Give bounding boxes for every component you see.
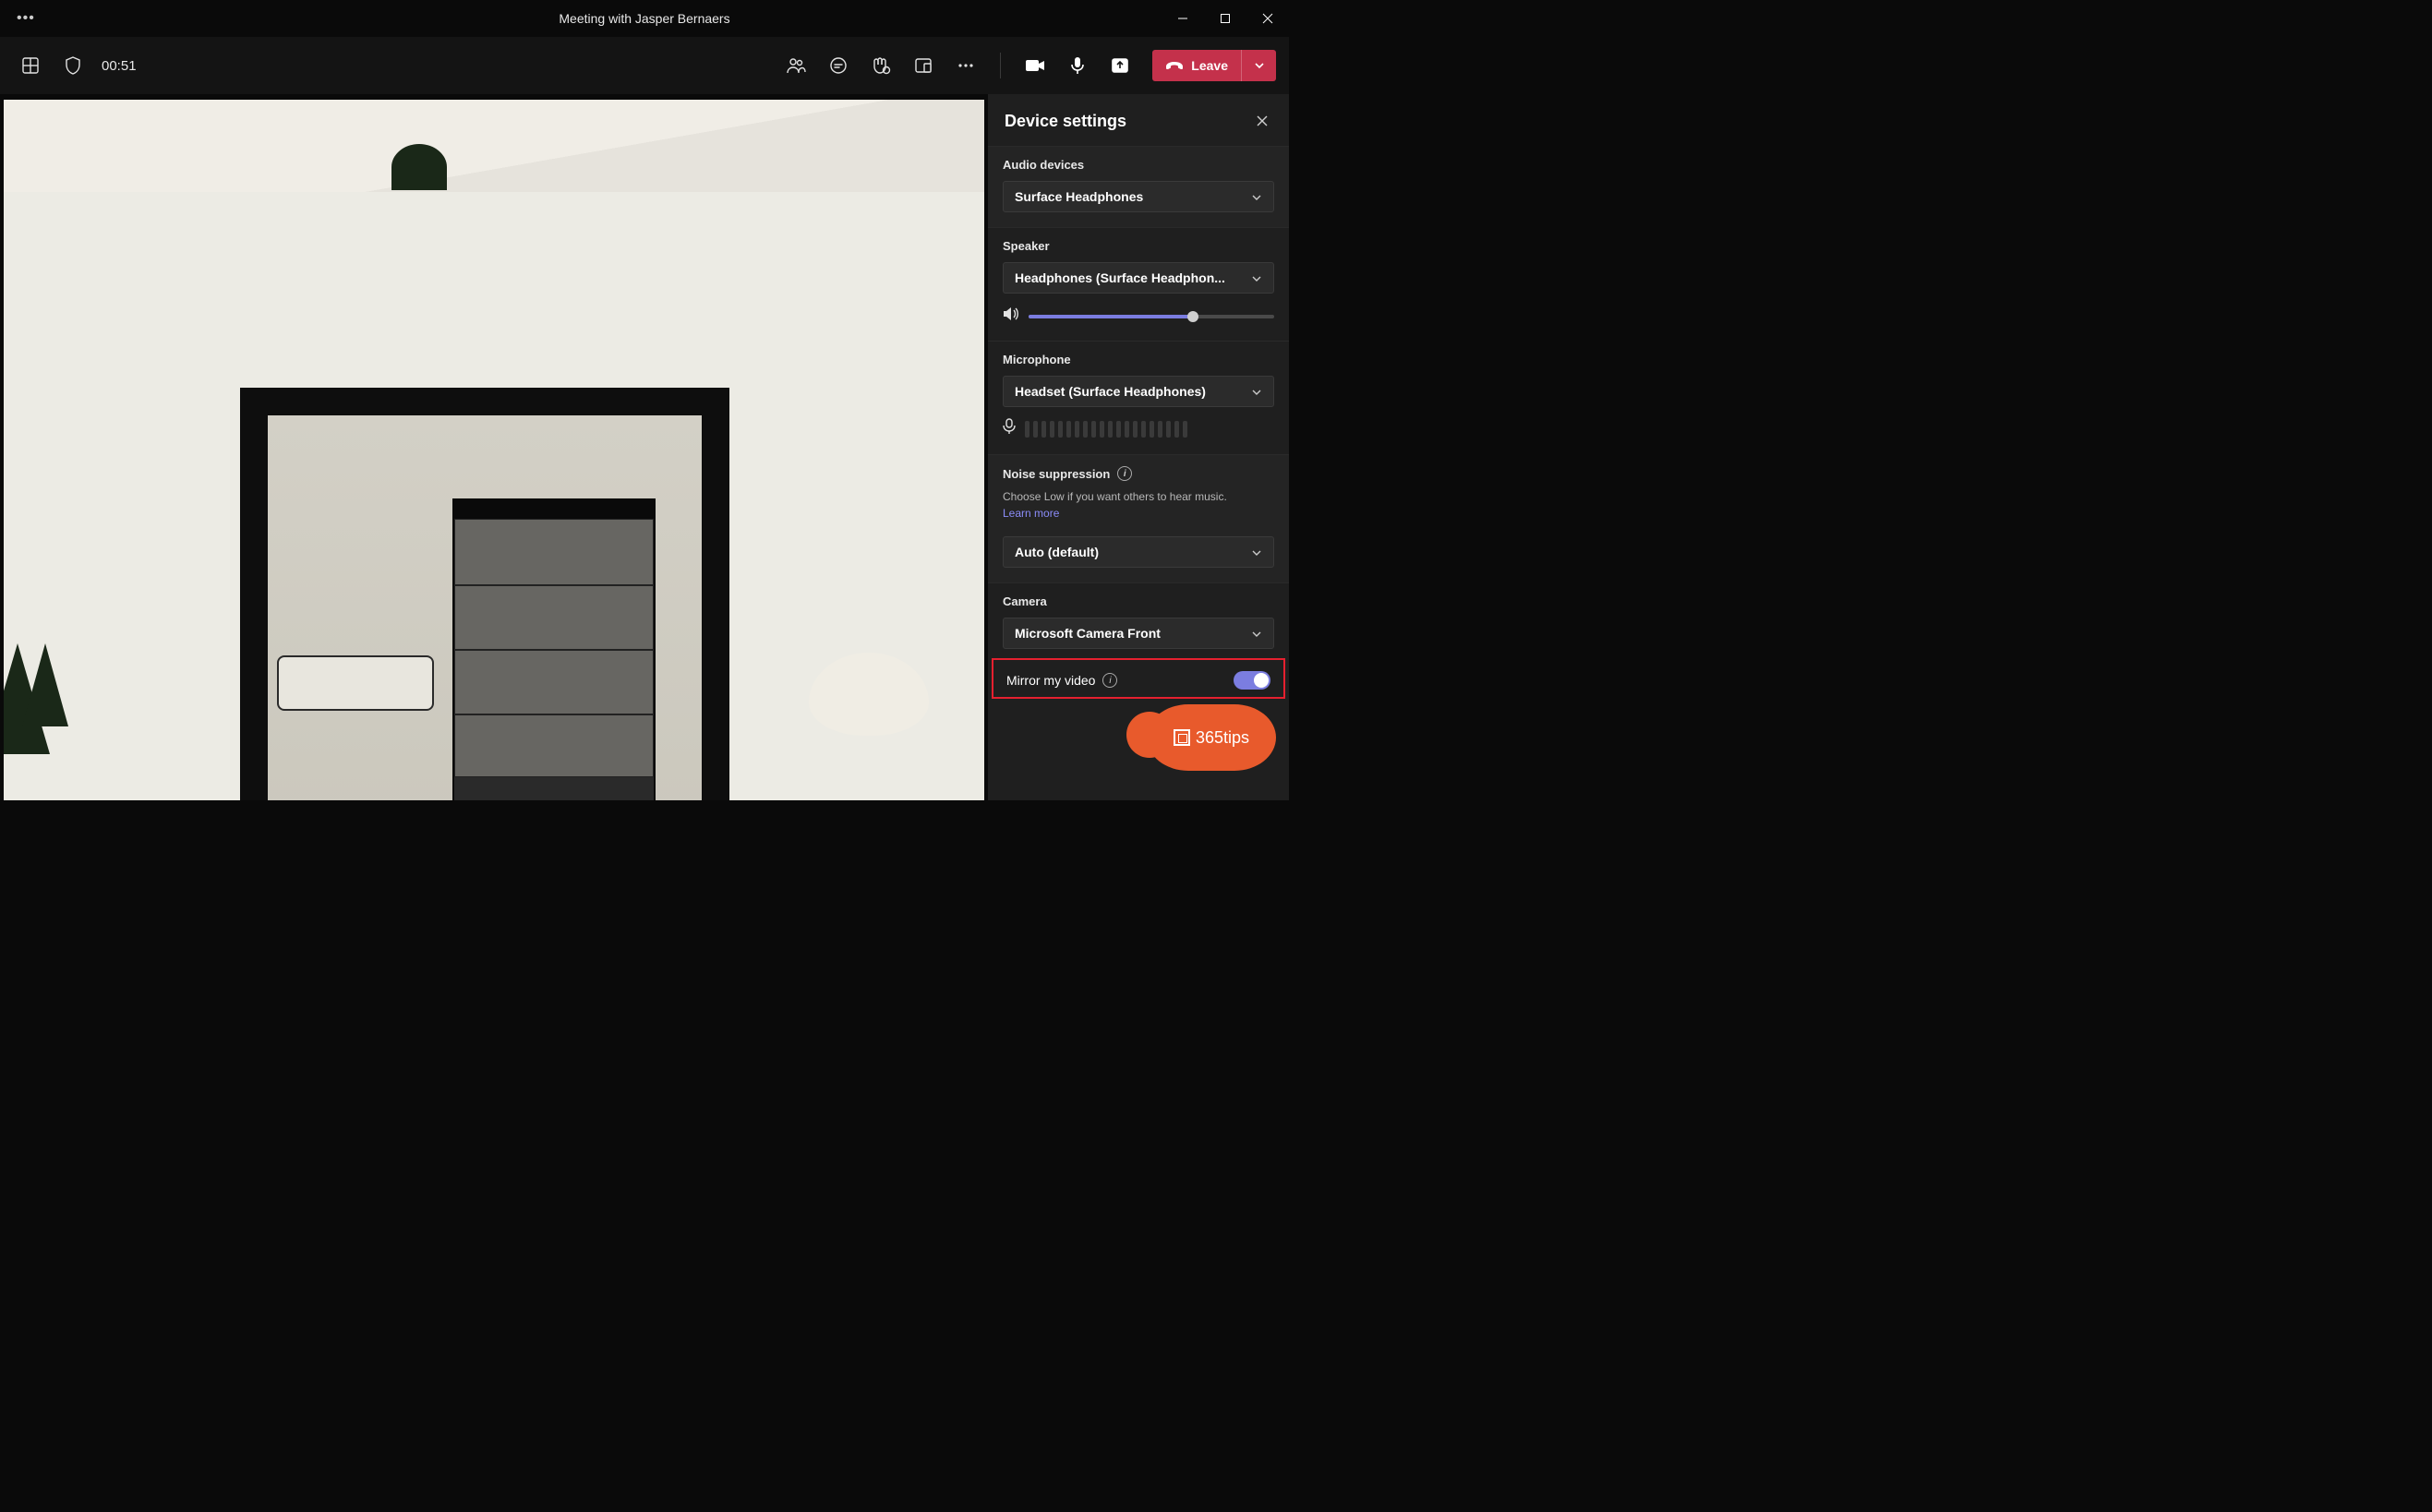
audio-devices-section: Audio devices Surface Headphones: [988, 146, 1289, 227]
panel-title: Device settings: [1005, 112, 1126, 131]
camera-toggle-button[interactable]: [1017, 48, 1053, 83]
noise-suppression-value: Auto (default): [1015, 545, 1099, 559]
noise-suppression-section: Noise suppression i Choose Low if you wa…: [988, 454, 1289, 582]
mirror-video-label: Mirror my video: [1006, 673, 1095, 688]
close-panel-button[interactable]: [1252, 111, 1272, 131]
learn-more-link[interactable]: Learn more: [1003, 507, 1059, 520]
info-icon[interactable]: i: [1102, 673, 1117, 688]
noise-suppression-dropdown[interactable]: Auto (default): [1003, 536, 1274, 568]
microphone-icon: [1003, 418, 1016, 439]
hangup-icon: [1165, 60, 1184, 71]
meeting-timer: 00:51: [102, 58, 137, 74]
microphone-section: Microphone Headset (Surface Headphones): [988, 341, 1289, 454]
microphone-level-meter: [1025, 421, 1187, 438]
minimize-button[interactable]: [1162, 0, 1204, 37]
reactions-button[interactable]: [863, 48, 898, 83]
maximize-button[interactable]: [1204, 0, 1246, 37]
separator: [1000, 53, 1001, 78]
tips-badge: 365tips: [1147, 704, 1276, 771]
speaker-section: Speaker Headphones (Surface Headphon...: [988, 227, 1289, 341]
people-button[interactable]: [778, 48, 813, 83]
main-area: Device settings Audio devices Surface He…: [0, 94, 1289, 800]
leave-label: Leave: [1191, 58, 1228, 73]
audio-devices-label: Audio devices: [1003, 158, 1274, 172]
microphone-dropdown[interactable]: Headset (Surface Headphones): [1003, 376, 1274, 407]
chevron-down-icon: [1251, 545, 1262, 559]
shield-icon[interactable]: [65, 48, 81, 83]
speaker-dropdown[interactable]: Headphones (Surface Headphon...: [1003, 262, 1274, 294]
leave-options-button[interactable]: [1241, 50, 1276, 81]
noise-suppression-label: Noise suppression: [1003, 467, 1110, 481]
chat-button[interactable]: [821, 48, 856, 83]
more-options-icon[interactable]: •••: [17, 10, 35, 27]
info-icon[interactable]: i: [1117, 466, 1132, 481]
chevron-down-icon: [1251, 270, 1262, 285]
speaker-volume-slider[interactable]: [1029, 315, 1274, 318]
mirror-video-toggle[interactable]: [1234, 671, 1270, 690]
window-title: Meeting with Jasper Bernaers: [559, 11, 729, 26]
audio-devices-dropdown[interactable]: Surface Headphones: [1003, 181, 1274, 212]
title-bar: ••• Meeting with Jasper Bernaers: [0, 0, 1289, 37]
chevron-down-icon: [1251, 189, 1262, 204]
speaker-value: Headphones (Surface Headphon...: [1015, 270, 1225, 285]
microphone-toggle-button[interactable]: [1060, 48, 1095, 83]
camera-dropdown[interactable]: Microsoft Camera Front: [1003, 618, 1274, 649]
speaker-label: Speaker: [1003, 239, 1274, 253]
rooms-button[interactable]: [906, 48, 941, 83]
speaker-icon: [1003, 306, 1019, 326]
badge-text: 365tips: [1196, 728, 1249, 748]
device-settings-panel: Device settings Audio devices Surface He…: [988, 94, 1289, 800]
audio-devices-value: Surface Headphones: [1015, 189, 1143, 204]
grid-layout-button[interactable]: [13, 48, 48, 83]
chevron-down-icon: [1251, 384, 1262, 399]
share-button[interactable]: [1102, 48, 1138, 83]
chevron-down-icon: [1251, 626, 1262, 641]
meeting-toolbar: 00:51: [0, 37, 1289, 94]
office-icon: [1174, 729, 1190, 746]
camera-value: Microsoft Camera Front: [1015, 626, 1161, 641]
camera-label: Camera: [1003, 594, 1274, 608]
close-button[interactable]: [1246, 0, 1289, 37]
noise-suppression-desc: Choose Low if you want others to hear mu…: [1003, 490, 1274, 503]
mirror-video-highlight: Mirror my video i: [992, 658, 1285, 699]
more-actions-button[interactable]: [948, 48, 983, 83]
video-feed: [4, 100, 984, 800]
camera-section: Camera Microsoft Camera Front: [988, 582, 1289, 654]
microphone-label: Microphone: [1003, 353, 1274, 366]
microphone-value: Headset (Surface Headphones): [1015, 384, 1206, 399]
leave-button[interactable]: Leave: [1152, 50, 1241, 81]
